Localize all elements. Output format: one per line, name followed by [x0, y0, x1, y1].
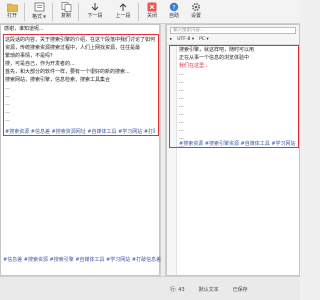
text-line: ... [179, 95, 184, 101]
help-button[interactable]: ? 自助 [164, 1, 184, 23]
text-line: ... [5, 117, 10, 123]
help-icon: ? [169, 1, 179, 13]
text-line: ... [179, 103, 184, 109]
text-line: ... [5, 93, 10, 99]
next-segment-button[interactable]: 下一段 [82, 1, 108, 23]
gear-icon [191, 1, 201, 13]
text-line: 搜索网站，搜索引擎，信息检索，搜索工具集合 [5, 77, 111, 83]
text-line: ... [5, 109, 10, 115]
settings-button[interactable]: 设置 [186, 1, 206, 23]
toolbar-separator [78, 3, 79, 21]
prev-icon [118, 1, 128, 13]
text-line: 搜索引擎，就这样吧，随时可以用 [179, 47, 255, 53]
highlighted-text-line: 我们在这里... [179, 63, 209, 69]
text-line: ... [179, 127, 184, 133]
folder-icon [6, 1, 18, 13]
source-text-block: 这段话的内容，关于搜索引擎的介绍，在这个段落中我们讨论了如何搜索 资源，传统搜索… [5, 36, 155, 124]
status-bar: 行: 43 默认文本 已保存 [0, 276, 300, 300]
copy-button[interactable]: 复制 [56, 1, 76, 23]
text-line: ... [179, 71, 184, 77]
copy-icon [61, 1, 72, 13]
text-line: ... [5, 101, 10, 107]
text-line: 这段话的内容，关于搜索引擎的介绍，在这个段落中我们讨论了如何搜索 [5, 37, 155, 43]
chevron-down-icon: ▼ [42, 14, 47, 19]
format-label: 格式 [31, 14, 42, 20]
main-toolbar: 打开 格式▼ 复制 下一段 上一段 关闭 ? 自助 设置 [0, 0, 300, 24]
toolbar-separator [24, 3, 25, 21]
text-line: 首先，和大部分的软件一样，要有一个很好的新的搜索... [5, 69, 130, 75]
result-pane-header: 输入搜索内容... ▸ UTF-8 ▾ PC ▾ [167, 25, 299, 45]
encoding-row: ▸ UTF-8 ▾ PC ▾ [170, 36, 209, 43]
text-line: ... [5, 85, 10, 91]
text-line: 正在从事一个信息的浏览体验中 [179, 55, 250, 61]
svg-text:?: ? [172, 4, 175, 11]
hashtag-line: #搜索资源 #信息差 #搜索资源网址 #自媒体工具 #学习网站 #打破信息差 [5, 129, 155, 135]
toolbar-separator [138, 3, 139, 21]
text-line: 繁琐的事情，不是吗？ [5, 53, 56, 59]
text-line: ... [179, 119, 184, 125]
text-line: 资源，传统搜索资源搜索过程中，人们上网找资源，往往是最 [5, 45, 141, 51]
toolbar-separator [52, 3, 53, 21]
hashtag-line: #搜索资源 #搜索引擎资源 #自媒体工具 #学习网站 [179, 141, 296, 147]
encoding-select[interactable]: UTF-8 ▾ [177, 36, 194, 43]
open-button[interactable]: 打开 [2, 1, 22, 23]
result-text-block: 搜索引擎，就这样吧，随时可以用 正在从事一个信息的浏览体验中 我们在这里... … [179, 46, 299, 150]
status-encoding: 默认文本 [198, 286, 219, 293]
text-line: ... [179, 87, 184, 93]
text-line: ... [179, 111, 184, 117]
status-state: 已保存 [232, 286, 248, 293]
platform-select[interactable]: PC ▾ [199, 36, 209, 43]
prev-segment-button[interactable]: 上一段 [110, 1, 136, 23]
status-bar-right: 行: 43 默认文本 已保存 [166, 277, 300, 300]
status-line: 行: 43 [170, 286, 185, 293]
arrow-right-icon: ▸ [170, 37, 173, 42]
close-button[interactable]: 关闭 [142, 1, 162, 23]
text-line: ... [179, 79, 184, 85]
bottom-hashtag-line: #信息差 #搜索资源 #搜索引擎 #自媒体工具 #学习网站 #打破信息差 #网盘… [3, 257, 163, 263]
text-line: 感谢，谁知道呢... [4, 26, 44, 32]
source-line-first: 感谢，谁知道呢... [4, 25, 158, 33]
format-icon [34, 1, 45, 13]
status-bar-left [0, 277, 166, 300]
next-icon [90, 1, 100, 13]
search-input[interactable]: 输入搜索内容... [170, 27, 296, 34]
source-text-pane[interactable]: 感谢，谁知道呢... 这段话的内容，关于搜索引擎的介绍，在这个段落中我们讨论了如… [0, 24, 160, 276]
text-line: 搜，可是自己，作为开发者的... [5, 61, 75, 67]
close-icon [147, 1, 157, 13]
format-button[interactable]: 格式▼ [28, 1, 50, 23]
result-text-pane[interactable]: 输入搜索内容... ▸ UTF-8 ▾ PC ▾ 搜索引擎，就这样吧，随时可以用… [166, 24, 300, 276]
